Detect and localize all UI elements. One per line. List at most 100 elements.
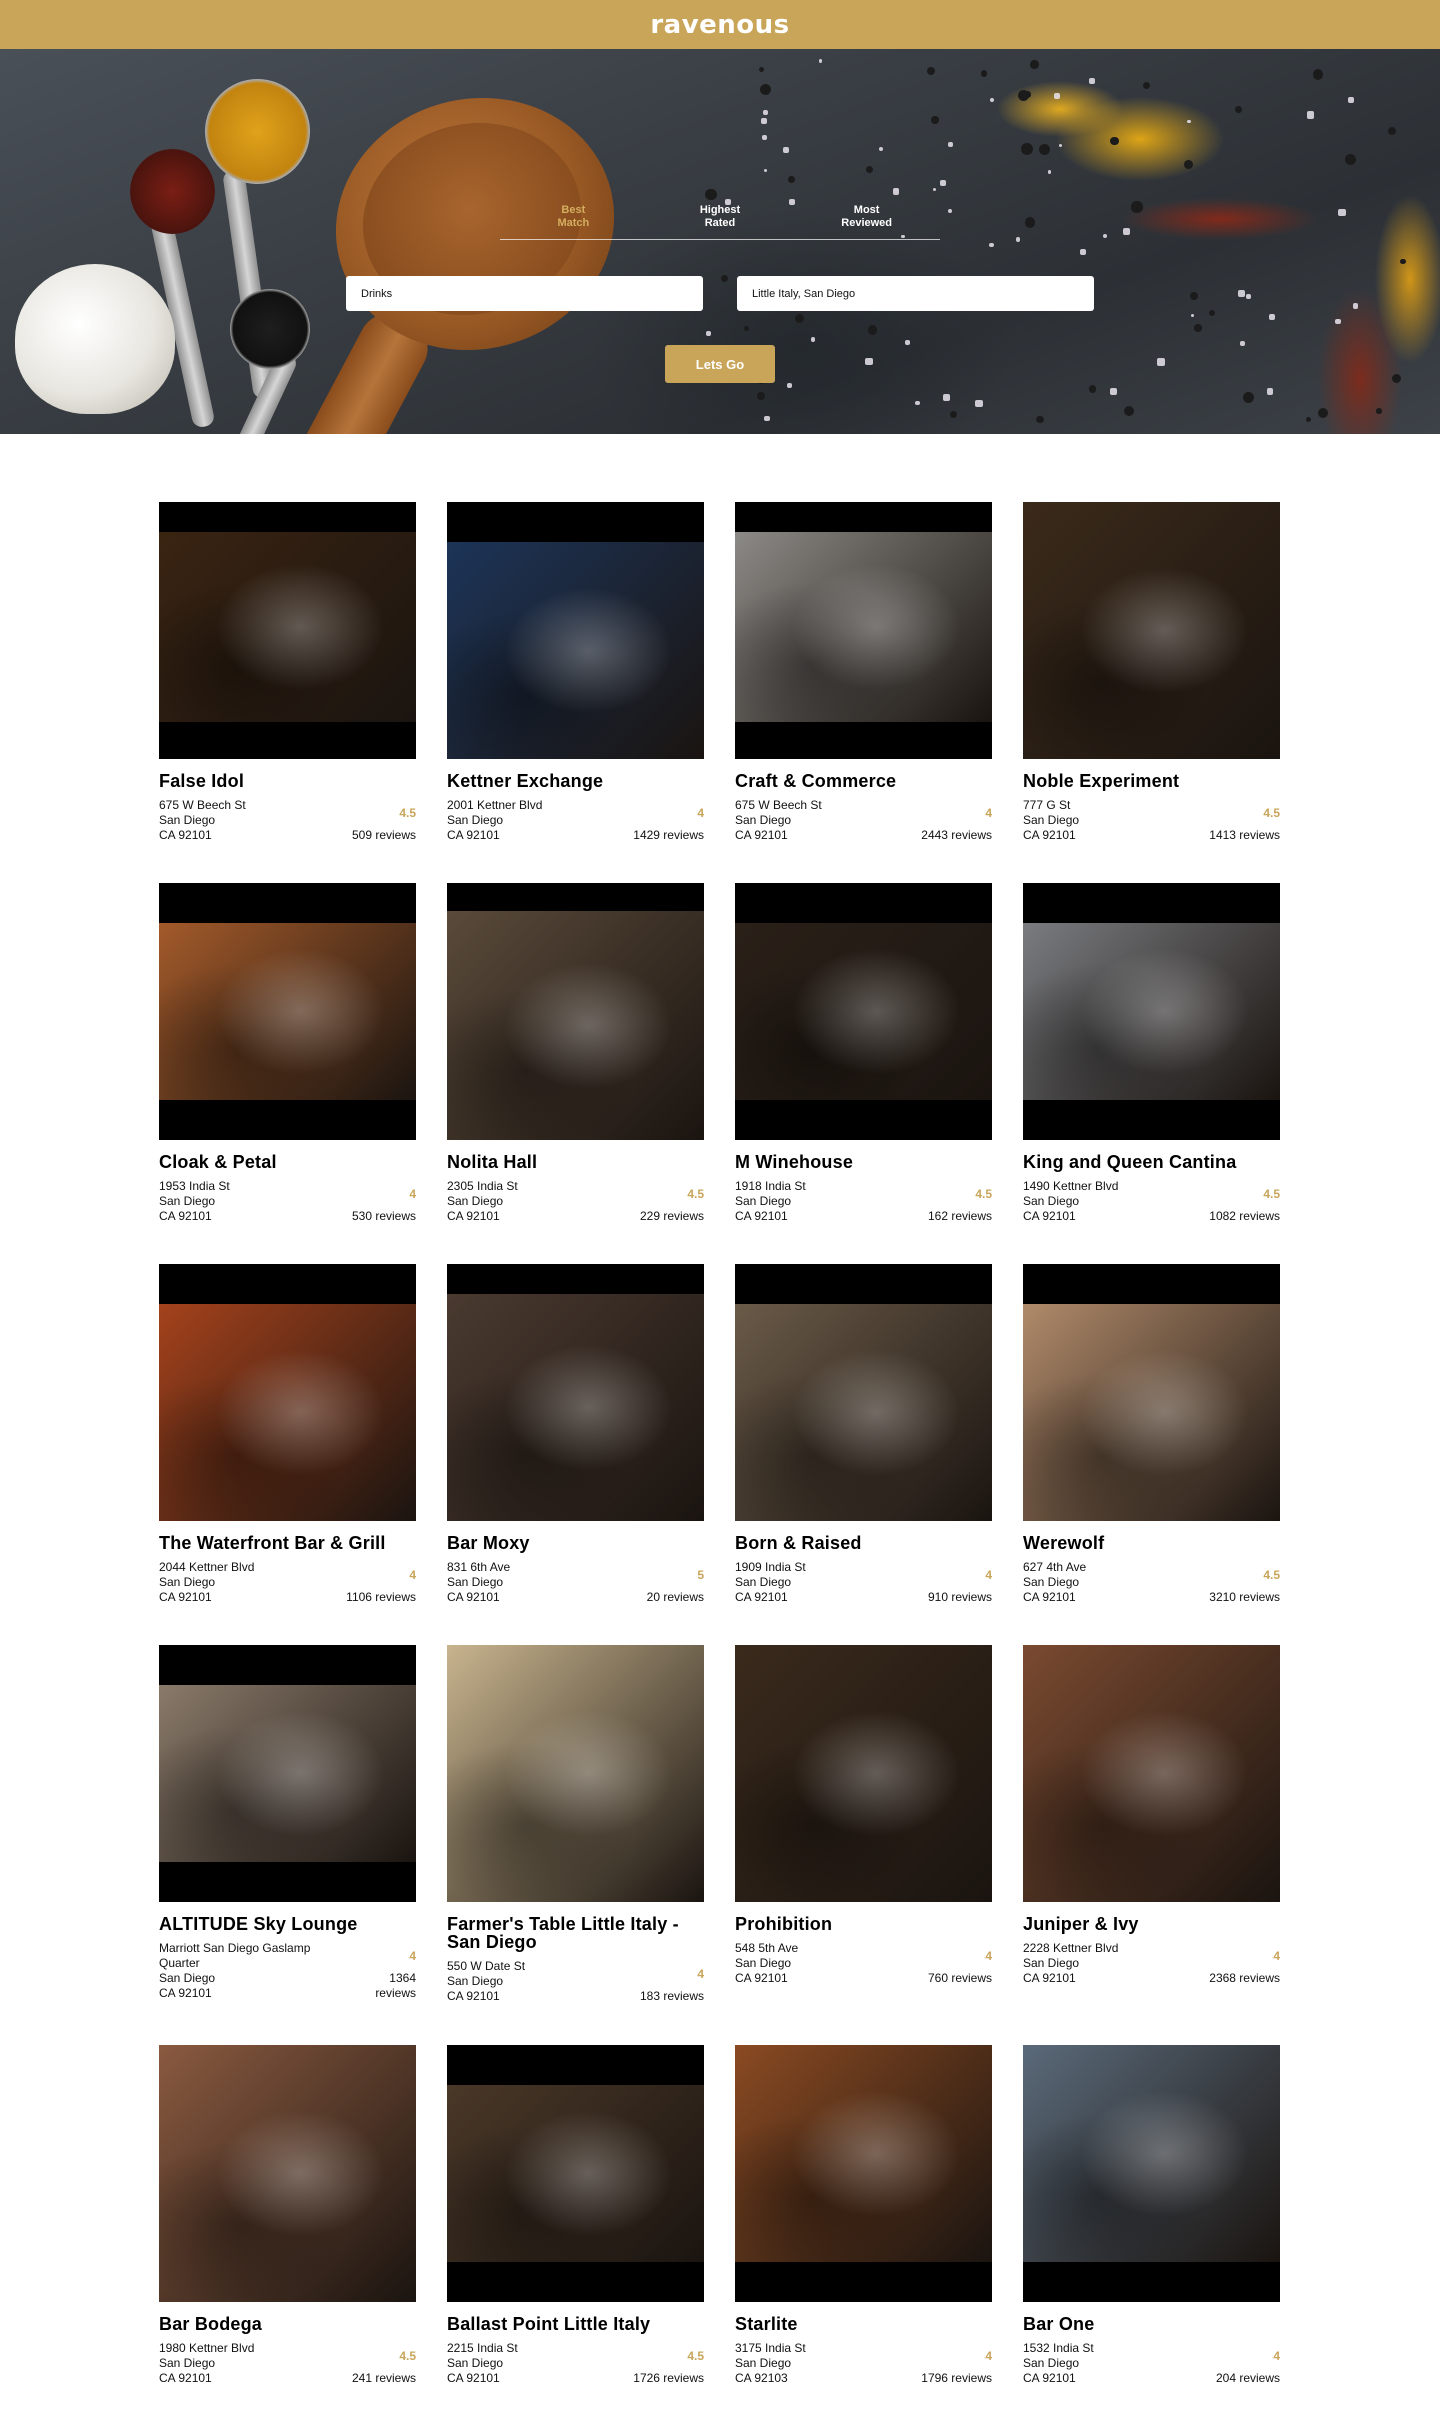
business-card[interactable]: Werewolf 627 4th Ave San Diego CA 92101 …: [1023, 1264, 1280, 1645]
business-card[interactable]: Cloak & Petal 1953 India St San Diego CA…: [159, 883, 416, 1264]
business-photo[interactable]: [1023, 883, 1280, 1140]
brand-logo[interactable]: ravenous: [650, 10, 789, 40]
peppercorn-icon: [1345, 154, 1356, 165]
business-photo[interactable]: [735, 1645, 992, 1902]
review-count: 509 reviews: [351, 828, 416, 842]
peppercorn-icon: [1318, 407, 1329, 418]
business-photo[interactable]: [159, 1264, 416, 1521]
business-card[interactable]: The Waterfront Bar & Grill 2044 Kettner …: [159, 1264, 416, 1645]
business-card[interactable]: Craft & Commerce 675 W Beech St San Dieg…: [735, 502, 992, 883]
rating-value: 4: [1273, 1949, 1280, 1963]
business-photo[interactable]: [447, 1264, 704, 1521]
business-name[interactable]: Bar Bodega: [159, 2315, 416, 2333]
salt-crystal-icon: [1157, 357, 1166, 366]
business-info: 548 5th Ave San Diego CA 92101 4 760 rev…: [735, 1941, 992, 1986]
business-photo[interactable]: [447, 883, 704, 1140]
business-name[interactable]: M Winehouse: [735, 1153, 992, 1171]
sort-options: Best Match Highest Rated Most Reviewed: [500, 204, 940, 240]
search-terms-input[interactable]: Drinks: [346, 276, 703, 311]
business-photo[interactable]: [735, 1264, 992, 1521]
business-photo[interactable]: [447, 1645, 704, 1902]
business-photo[interactable]: [447, 502, 704, 759]
salt-crystal-icon: [763, 168, 768, 173]
business-photo[interactable]: [1023, 2045, 1280, 2302]
street-address: 1490 Kettner Blvd: [1023, 1179, 1119, 1193]
business-name[interactable]: Noble Experiment: [1023, 772, 1280, 790]
business-card[interactable]: M Winehouse 1918 India St San Diego CA 9…: [735, 883, 992, 1264]
bar-interior-photo: [1023, 502, 1280, 759]
city: San Diego: [735, 1956, 792, 1970]
business-card[interactable]: Born & Raised 1909 India St San Diego CA…: [735, 1264, 992, 1645]
business-name[interactable]: Juniper & Ivy: [1023, 1915, 1280, 1933]
tab-most-reviewed[interactable]: Most Reviewed: [797, 204, 937, 239]
business-photo[interactable]: [447, 2045, 704, 2302]
business-name[interactable]: Bar One: [1023, 2315, 1280, 2333]
salt-crystal-icon: [1122, 227, 1131, 236]
business-photo[interactable]: [1023, 1645, 1280, 1902]
review-count: 229 reviews: [639, 1209, 704, 1223]
business-name[interactable]: Farmer's Table Little Italy - San Diego: [447, 1915, 704, 1951]
tab-best-match[interactable]: Best Match: [503, 204, 643, 239]
business-name[interactable]: Nolita Hall: [447, 1153, 704, 1171]
cocktail-glass-photo: [735, 1645, 992, 1902]
peppercorn-icon: [705, 188, 717, 201]
business-card[interactable]: Ballast Point Little Italy 2215 India St…: [447, 2045, 704, 2424]
salt-crystal-icon: [762, 134, 768, 140]
business-photo[interactable]: [735, 2045, 992, 2302]
business-card[interactable]: Kettner Exchange 2001 Kettner Blvd San D…: [447, 502, 704, 883]
food-plate-photo: [1023, 2045, 1280, 2262]
business-name[interactable]: Ballast Point Little Italy: [447, 2315, 704, 2333]
street-address: 777 G St: [1023, 798, 1071, 812]
business-photo[interactable]: [1023, 1264, 1280, 1521]
business-name[interactable]: Cloak & Petal: [159, 1153, 416, 1171]
review-count: 2443 reviews: [921, 828, 992, 842]
peppercorn-icon: [787, 176, 795, 183]
business-photo[interactable]: [1023, 502, 1280, 759]
peppercorn-icon: [1305, 417, 1311, 423]
rating-value: 4.5: [1263, 1187, 1280, 1201]
business-card[interactable]: Bar Bodega 1980 Kettner Blvd San Diego C…: [159, 2045, 416, 2424]
business-card[interactable]: ALTITUDE Sky Lounge Marriott San Diego G…: [159, 1645, 416, 2045]
business-name[interactable]: ALTITUDE Sky Lounge: [159, 1915, 416, 1933]
salt-crystal-icon: [706, 331, 712, 337]
lets-go-button[interactable]: Lets Go: [665, 345, 775, 383]
business-card[interactable]: Juniper & Ivy 2228 Kettner Blvd San Dieg…: [1023, 1645, 1280, 2045]
rating-value: 4: [409, 1568, 416, 1582]
review-count: 2368 reviews: [1209, 1971, 1280, 1985]
business-card[interactable]: Farmer's Table Little Italy - San Diego …: [447, 1645, 704, 2045]
salt-crystal-icon: [892, 188, 900, 195]
review-count: 760 reviews: [927, 1971, 992, 1985]
business-card[interactable]: Bar One 1532 India St San Diego CA 92101…: [1023, 2045, 1280, 2424]
review-count: 3210 reviews: [1209, 1590, 1280, 1604]
salt-crystal-icon: [990, 98, 994, 102]
business-photo[interactable]: [159, 2045, 416, 2302]
salt-crystal-icon: [761, 117, 768, 124]
business-card[interactable]: False Idol 675 W Beech St San Diego CA 9…: [159, 502, 416, 883]
business-card[interactable]: Prohibition 548 5th Ave San Diego CA 921…: [735, 1645, 992, 2045]
business-card[interactable]: Bar Moxy 831 6th Ave San Diego CA 92101 …: [447, 1264, 704, 1645]
city: San Diego: [447, 1194, 504, 1208]
business-photo[interactable]: [735, 883, 992, 1140]
business-name[interactable]: Starlite: [735, 2315, 992, 2333]
business-name[interactable]: Bar Moxy: [447, 1534, 704, 1552]
business-card[interactable]: Noble Experiment 777 G St San Diego CA 9…: [1023, 502, 1280, 883]
business-card[interactable]: Nolita Hall 2305 India St San Diego CA 9…: [447, 883, 704, 1264]
business-name[interactable]: The Waterfront Bar & Grill: [159, 1534, 416, 1552]
location-input[interactable]: Little Italy, San Diego: [737, 276, 1094, 311]
business-name[interactable]: Werewolf: [1023, 1534, 1280, 1552]
business-photo[interactable]: [735, 502, 992, 759]
business-card[interactable]: King and Queen Cantina 1490 Kettner Blvd…: [1023, 883, 1280, 1264]
tab-highest-rated[interactable]: Highest Rated: [650, 204, 790, 239]
business-name[interactable]: Prohibition: [735, 1915, 992, 1933]
rating-value: 4.5: [687, 1187, 704, 1201]
business-card[interactable]: Starlite 3175 India St San Diego CA 9210…: [735, 2045, 992, 2424]
business-name[interactable]: Craft & Commerce: [735, 772, 992, 790]
salt-crystal-icon: [1266, 388, 1274, 395]
business-photo[interactable]: [159, 1645, 416, 1902]
business-name[interactable]: Born & Raised: [735, 1534, 992, 1552]
business-photo[interactable]: [159, 883, 416, 1140]
business-photo[interactable]: [159, 502, 416, 759]
business-name[interactable]: Kettner Exchange: [447, 772, 704, 790]
business-name[interactable]: False Idol: [159, 772, 416, 790]
business-name[interactable]: King and Queen Cantina: [1023, 1153, 1280, 1171]
